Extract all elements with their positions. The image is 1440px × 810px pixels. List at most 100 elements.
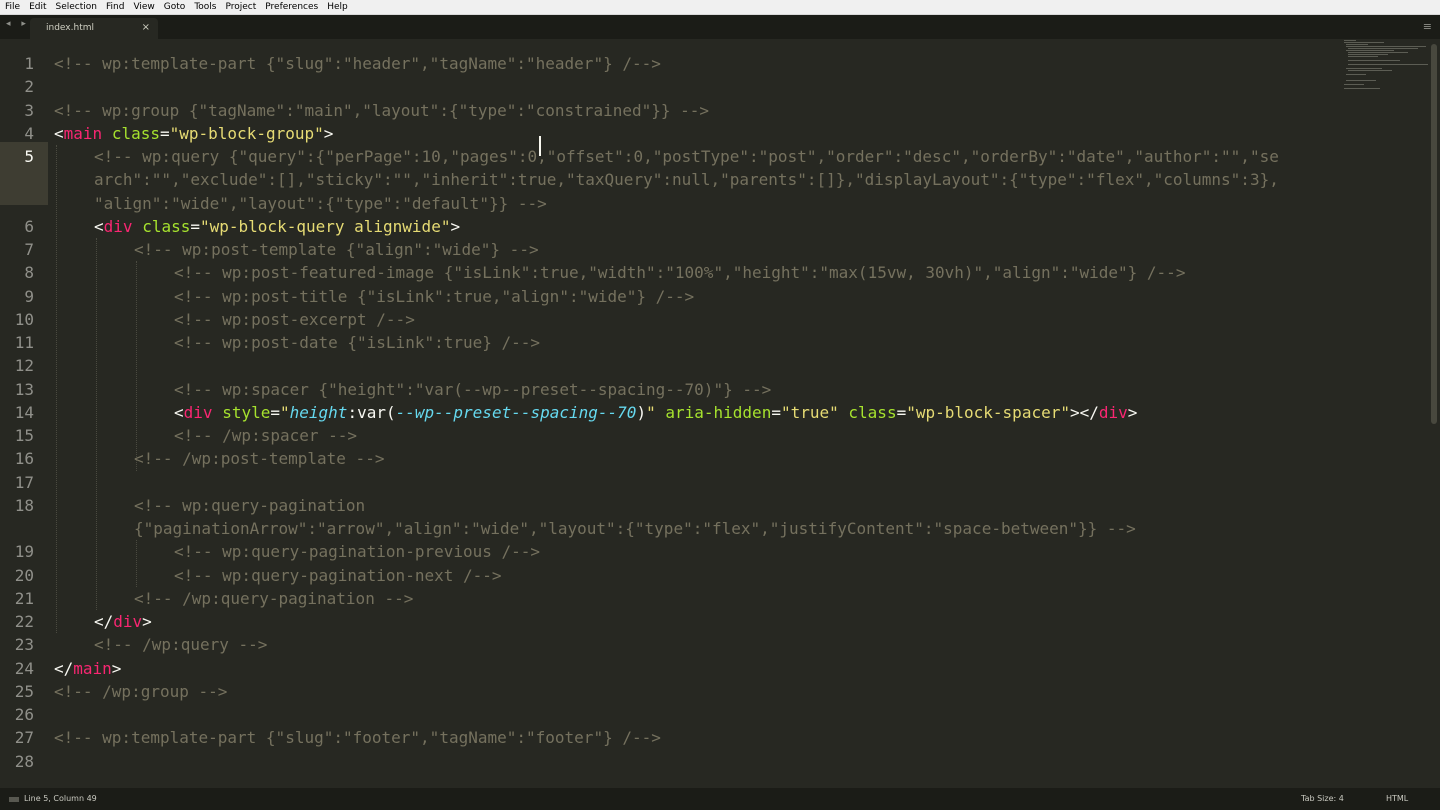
menu-item-edit[interactable]: Edit [24, 0, 50, 14]
line-number: 17 [14, 472, 34, 492]
code-line[interactable]: <!-- wp:template-part {"slug":"header","… [54, 52, 661, 75]
minimap-line [1346, 50, 1394, 51]
code-line[interactable]: <!-- wp:spacer {"height":"var(--wp--pres… [174, 378, 771, 401]
code-token: style [222, 402, 271, 422]
line-number: 12 [14, 356, 34, 376]
menu-item-goto[interactable]: Goto [159, 0, 190, 14]
code-token: < [54, 123, 64, 143]
code-token: > [1127, 402, 1138, 422]
code-line[interactable]: <!-- /wp:query --> [94, 633, 267, 656]
minimap-line [1348, 48, 1418, 49]
menu-item-find[interactable]: Find [101, 0, 128, 14]
minimap-line [1348, 60, 1400, 61]
code-token: :var( [347, 402, 396, 422]
line-number: 3 [24, 100, 34, 120]
code-token: > [111, 658, 122, 678]
code-line[interactable]: <!-- wp:post-title {"isLink":true,"align… [174, 285, 694, 308]
code-token: = [771, 402, 781, 422]
line-number: 21 [14, 588, 34, 608]
code-line[interactable]: <!-- /wp:query-pagination --> [134, 587, 413, 610]
panel-menu-icon[interactable]: ≡ [1423, 20, 1432, 33]
syntax-mode[interactable]: HTML [1386, 794, 1408, 803]
line-number: 11 [14, 333, 34, 352]
cursor-position[interactable]: Line 5, Column 49 [24, 794, 97, 803]
menu-item-selection[interactable]: Selection [51, 0, 101, 14]
code-token: <!-- wp:post-title {"isLink":true,"align… [174, 286, 695, 306]
code-token: "wp-block-group" [169, 123, 324, 143]
line-number: 26 [14, 705, 34, 724]
code-token: </ [94, 612, 114, 631]
tab-nav-arrows-icon[interactable]: ◂ ▸ [6, 19, 30, 29]
indent-guide [96, 238, 97, 610]
status-bar: Line 5, Column 49 Tab Size: 4 HTML [0, 788, 1440, 810]
code-line[interactable]: <main class="wp-block-group"> [54, 122, 333, 145]
code-line[interactable]: <div class="wp-block-query alignwide"> [94, 215, 460, 238]
code-token: div [1098, 402, 1128, 422]
code-line[interactable]: <!-- wp:query-pagination-next /--> [174, 564, 502, 587]
line-number: 28 [14, 751, 34, 771]
menu-item-file[interactable]: File [0, 0, 24, 14]
panel-toggle-icon[interactable] [9, 797, 19, 802]
line-number: 4 [24, 123, 34, 143]
code-line[interactable]: <!-- wp:query-pagination [134, 494, 365, 517]
code-line[interactable]: </div> [94, 610, 152, 633]
code-line[interactable]: <!-- wp:post-template {"align":"wide"} -… [134, 238, 539, 261]
menu-item-preferences[interactable]: Preferences [260, 0, 322, 14]
menu-item-help[interactable]: Help [322, 0, 352, 14]
indent-guide [136, 540, 137, 587]
minimap-line [1346, 80, 1376, 81]
code-token: <!-- wp:query-pagination [134, 495, 366, 515]
code-line[interactable]: <div style="height:var(--wp--preset--spa… [174, 401, 1137, 424]
code-token: <!-- /wp:group --> [54, 681, 228, 701]
code-line[interactable]: <!-- wp:post-excerpt /--> [174, 308, 415, 331]
minimap[interactable] [1340, 40, 1430, 100]
code-line[interactable]: <!-- /wp:post-template --> [134, 447, 384, 470]
menu-item-project[interactable]: Project [220, 0, 260, 14]
code-token: <!-- /wp:spacer --> [174, 426, 358, 445]
code-token: {"paginationArrow":"arrow","align":"wide… [134, 519, 1136, 538]
close-icon[interactable]: × [142, 22, 150, 33]
line-number: 25 [14, 681, 34, 701]
code-line[interactable]: <!-- wp:group {"tagName":"main","layout"… [54, 99, 709, 122]
code-line[interactable]: <!-- wp:query {"query":{"perPage":10,"pa… [94, 145, 1279, 168]
minimap-line [1344, 88, 1380, 89]
code-token: </ [54, 658, 74, 678]
code-line[interactable]: </main> [54, 657, 121, 680]
code-token: > [142, 612, 152, 631]
code-token: height [289, 402, 348, 422]
code-editor[interactable]: 1 2 3 4 5 6 7 8 9 10 11 12 13 14 15 16 17 18 19 20 21 22 23 24 2… [0, 40, 1440, 788]
code-token: <!-- wp:spacer {"height":"var(--wp--pres… [174, 379, 772, 399]
line-number: 15 [14, 426, 34, 445]
code-line[interactable]: <!-- /wp:spacer --> [174, 424, 357, 447]
menu-item-tools[interactable]: Tools [189, 0, 220, 14]
code-line[interactable]: <!-- wp:query-pagination-previous /--> [174, 540, 540, 563]
line-number: 6 [24, 216, 34, 236]
vertical-scrollbar[interactable] [1431, 44, 1437, 424]
code-token: = [896, 402, 907, 422]
code-line[interactable]: arch":"","exclude":[],"sticky":"","inher… [94, 168, 1279, 191]
menu-item-view[interactable]: View [128, 0, 158, 14]
code-token: <!-- /wp:query-pagination --> [134, 588, 414, 608]
minimap-line [1348, 56, 1378, 57]
tab-size[interactable]: Tab Size: 4 [1301, 794, 1344, 803]
code-line[interactable]: <!-- wp:post-featured-image {"isLink":tr… [174, 261, 1185, 284]
code-token: > [323, 123, 334, 143]
minimap-line [1348, 52, 1408, 53]
code-token: <!-- wp:post-date {"isLink":true} /--> [174, 333, 541, 352]
text-caret [539, 136, 541, 156]
tab-index-html[interactable]: index.html × [30, 18, 158, 39]
line-number: 5 [24, 147, 34, 166]
code-line[interactable]: <!-- wp:post-date {"isLink":true} /--> [174, 331, 540, 354]
code-token: class [142, 216, 191, 236]
line-number: 8 [24, 263, 34, 283]
line-number: 13 [14, 379, 34, 399]
code-line[interactable]: <!-- /wp:group --> [54, 680, 227, 703]
code-line[interactable]: "align":"wide","layout":{"type":"default… [94, 192, 547, 215]
code-token: main [63, 123, 103, 143]
line-number: 27 [14, 728, 34, 748]
code-line[interactable]: {"paginationArrow":"arrow","align":"wide… [134, 517, 1136, 540]
code-line[interactable]: <!-- wp:template-part {"slug":"footer","… [54, 726, 661, 749]
code-token: <!-- wp:template-part {"slug":"header","… [54, 54, 661, 73]
indent-guide [136, 261, 137, 471]
